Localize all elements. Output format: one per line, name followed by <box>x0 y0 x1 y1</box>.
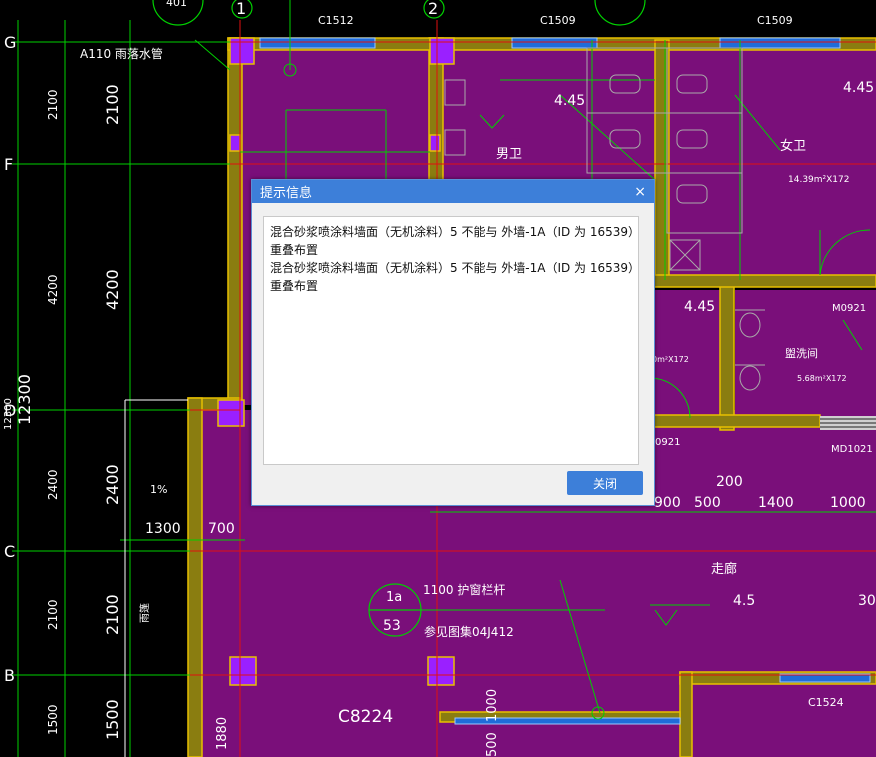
dim-1000: 1000 <box>830 495 866 511</box>
dim-inner-3: 2400 <box>103 464 122 505</box>
label-stair: 雨篷 <box>138 603 151 623</box>
room-corridor: 走廊 <box>711 561 737 577</box>
dim-outer-4: 2100 <box>46 599 60 630</box>
dim-inner-5: 1500 <box>103 699 122 740</box>
elevation-3: 4.45 <box>684 299 715 315</box>
axis-label-c: C <box>4 542 15 561</box>
dim-1400: 1400 <box>758 495 794 511</box>
dim-1000-v: 1000 <box>485 689 500 722</box>
room-washroom: 盥洗间 <box>785 347 818 360</box>
room-area-left: 0m²X172 <box>652 355 689 364</box>
label-a110: A110 雨落水管 <box>80 46 163 61</box>
label-railing: 1100 护窗栏杆 <box>423 582 505 597</box>
washroom-area: 5.68m²X172 <box>797 374 847 383</box>
elevation-2: 4.45 <box>843 80 874 96</box>
slope-label: 1% <box>150 483 167 496</box>
message-line: 重叠布置 <box>270 243 319 257</box>
axis-label-1: 1 <box>236 0 246 18</box>
message-line: 混合砂浆喷涂料墙面（无机涂料）5 不能与 外墙-1A（ID 为 16539） <box>270 261 641 275</box>
dim-total-small: 12300 <box>3 398 14 430</box>
dim-outer-1: 2100 <box>46 89 60 120</box>
axis-label-2: 2 <box>428 0 438 18</box>
dim-700: 700 <box>208 521 235 537</box>
room-female: 女卫 <box>780 138 806 154</box>
circle-label-bottom: 53 <box>383 618 401 634</box>
info-dialog: 提示信息 × 混合砂浆喷涂料墙面（无机涂料）5 不能与 外墙-1A（ID 为 1… <box>251 179 655 506</box>
close-icon[interactable]: × <box>634 185 646 199</box>
tag-c1509-a: C1509 <box>540 14 576 27</box>
door-m0921-b: 0921 <box>655 437 680 448</box>
tag-c1509-b: C1509 <box>757 14 793 27</box>
dim-inner-2: 4200 <box>103 269 122 310</box>
label-c8224: C8224 <box>338 707 393 727</box>
message-line: 重叠布置 <box>270 279 319 293</box>
dim-outer-3: 2400 <box>46 469 60 500</box>
door-m0921-a: M0921 <box>832 303 866 314</box>
dim-1300: 1300 <box>145 521 181 537</box>
label-ref-standard: 参见图集04J412 <box>424 624 514 639</box>
axis-label-g: G <box>4 33 16 52</box>
elevation-4: 4.5 <box>733 593 755 609</box>
tag-c1512: C1512 <box>318 14 354 27</box>
dialog-title: 提示信息 <box>260 186 313 201</box>
female-area: 14.39m²X172 <box>788 175 849 185</box>
dim-1880: 1880 <box>215 717 230 750</box>
room-male: 男卫 <box>496 147 522 162</box>
dim-total: 12300 <box>15 374 34 425</box>
dim-200: 200 <box>716 474 743 490</box>
dialog-titlebar[interactable]: 提示信息 × <box>252 180 654 203</box>
dim-inner-4: 2100 <box>103 594 122 635</box>
message-box[interactable]: 混合砂浆喷涂料墙面（无机涂料）5 不能与 外墙-1A（ID 为 16539） 重… <box>263 216 641 465</box>
dim-outer-5: 1500 <box>46 704 60 735</box>
tag-401: 401 <box>166 0 187 9</box>
label-c1524: C1524 <box>808 696 844 709</box>
dim-500: 500 <box>694 495 721 511</box>
dim-outer-2: 4200 <box>46 274 60 305</box>
corridor-num: 30 <box>858 593 876 609</box>
close-button[interactable]: 关闭 <box>567 471 643 495</box>
dim-inner-1: 2100 <box>103 84 122 125</box>
axis-label-f: F <box>4 155 13 174</box>
elevation-1: 4.45 <box>554 93 585 109</box>
dim-500-v: 500 <box>485 732 500 757</box>
door-md1021: MD1021 <box>831 444 873 455</box>
dim-900: 900 <box>654 495 681 511</box>
circle-label-top: 1a <box>386 590 402 605</box>
axis-label-b: B <box>4 666 15 685</box>
message-line: 混合砂浆喷涂料墙面（无机涂料）5 不能与 外墙-1A（ID 为 16539） <box>270 225 641 239</box>
